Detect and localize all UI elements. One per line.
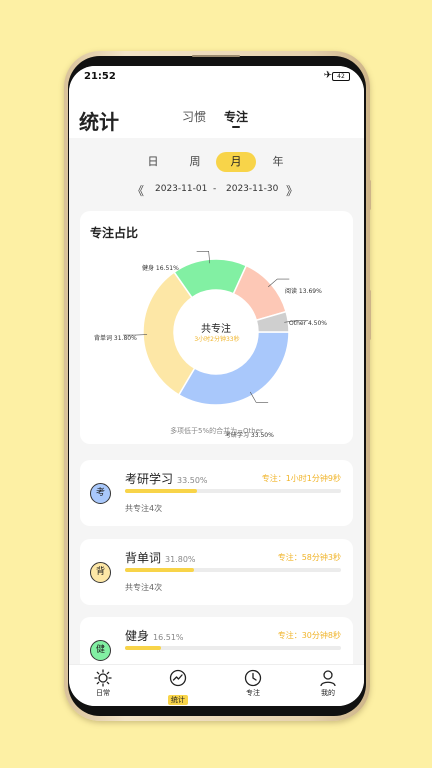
phone-side-button xyxy=(368,290,371,340)
tab-habits[interactable]: 习惯 xyxy=(182,108,206,125)
period-year[interactable]: 年 xyxy=(258,152,298,172)
date-range: 《 2023-11-01 - 2023-11-30 》 xyxy=(69,184,364,198)
active-tab-indicator xyxy=(232,126,240,128)
nav-focus[interactable]: 专注 xyxy=(228,669,278,698)
item-focus-duration: 专注：1小时1分钟9秒 xyxy=(261,474,341,483)
tab-focus[interactable]: 专注 xyxy=(224,108,248,125)
item-progress-track xyxy=(125,489,341,493)
item-progress-fill xyxy=(125,568,194,572)
period-month[interactable]: 月 xyxy=(216,152,256,172)
phone-side-button xyxy=(368,180,371,210)
item-progress-fill xyxy=(125,646,161,650)
item-name-text: 考研学习 xyxy=(125,472,174,486)
period-selector: 日 周 月 年 xyxy=(69,152,364,172)
phone-speaker xyxy=(192,55,240,57)
donut-center-total: 3小时2分钟33秒 xyxy=(194,336,240,343)
status-time: 21:52 xyxy=(84,71,116,82)
item-initial-badge: 背 xyxy=(90,562,111,583)
date-separator: - xyxy=(213,184,217,194)
nav-me[interactable]: 我的 xyxy=(303,669,353,698)
clock-icon xyxy=(244,669,262,687)
item-session-count: 共专注4次 xyxy=(125,583,163,592)
list-item[interactable]: 背 背单词 31.80% 专注：58分钟3秒 共专注4次 xyxy=(80,539,353,605)
nav-label: 专注 xyxy=(246,689,260,697)
next-range-button[interactable]: 》 xyxy=(286,182,298,199)
item-percent: 33.50% xyxy=(177,476,208,485)
airplane-icon: ✈ xyxy=(323,70,332,81)
list-item[interactable]: 考 考研学习 33.50% 专注：1小时1分钟9秒 共专注4次 xyxy=(80,460,353,526)
item-session-count: 共专注4次 xyxy=(125,504,163,513)
app-screen: 21:52 ✈ 42 统计 习惯 专注 日 周 月 年 《 2023-11-01… xyxy=(69,66,364,706)
status-bar: 21:52 ✈ 42 xyxy=(69,66,364,88)
period-day[interactable]: 日 xyxy=(133,152,173,172)
user-icon xyxy=(320,670,336,687)
top-bar: 统计 习惯 专注 xyxy=(69,88,364,138)
item-progress-fill xyxy=(125,489,198,493)
item-name-text: 健身 xyxy=(125,629,150,643)
slice-label-other: Other 4.50% xyxy=(289,320,328,327)
nav-daily[interactable]: 日常 xyxy=(78,669,128,698)
item-name-text: 背单词 xyxy=(125,551,162,565)
item-focus-duration: 专注：30分钟8秒 xyxy=(277,631,341,640)
chart-icon xyxy=(169,669,187,687)
period-week[interactable]: 周 xyxy=(175,152,215,172)
item-name: 考研学习 33.50% xyxy=(125,470,208,487)
start-date: 2023-11-01 xyxy=(155,184,208,194)
prev-range-button[interactable]: 《 xyxy=(132,182,144,199)
bottom-nav: 日常 统计 专注 我的 xyxy=(69,664,364,706)
nav-label: 统计 xyxy=(168,695,188,705)
battery-icon: 42 xyxy=(332,72,350,81)
slice-label-reading: 阅读 13.69% xyxy=(285,288,322,295)
item-initial-badge: 健 xyxy=(90,640,111,661)
item-percent: 16.51% xyxy=(153,633,184,642)
donut-center-title: 共专注 xyxy=(201,324,231,335)
nav-label: 日常 xyxy=(96,689,110,697)
merge-note: 多项低于5%的合并为~Other xyxy=(170,427,263,435)
item-progress-track xyxy=(125,646,341,650)
sun-icon xyxy=(94,669,112,687)
item-initial-badge: 考 xyxy=(90,483,111,504)
item-name: 背单词 31.80% xyxy=(125,549,196,566)
page-title: 统计 xyxy=(79,110,119,134)
focus-share-card: 专注占比 共专注 3小时2分钟33秒 考研学习 33.50% 背单词 31.80… xyxy=(80,211,353,444)
item-percent: 31.80% xyxy=(165,555,196,564)
slice-label-fitness: 健身 16.51% xyxy=(142,265,179,272)
end-date: 2023-11-30 xyxy=(226,184,279,194)
item-name: 健身 16.51% xyxy=(125,627,184,644)
item-progress-track xyxy=(125,568,341,572)
item-focus-duration: 专注：58分钟3秒 xyxy=(277,553,341,562)
nav-stats[interactable]: 统计 xyxy=(153,669,203,706)
slice-label-words: 背单词 31.80% xyxy=(94,335,137,342)
nav-label: 我的 xyxy=(321,689,335,697)
